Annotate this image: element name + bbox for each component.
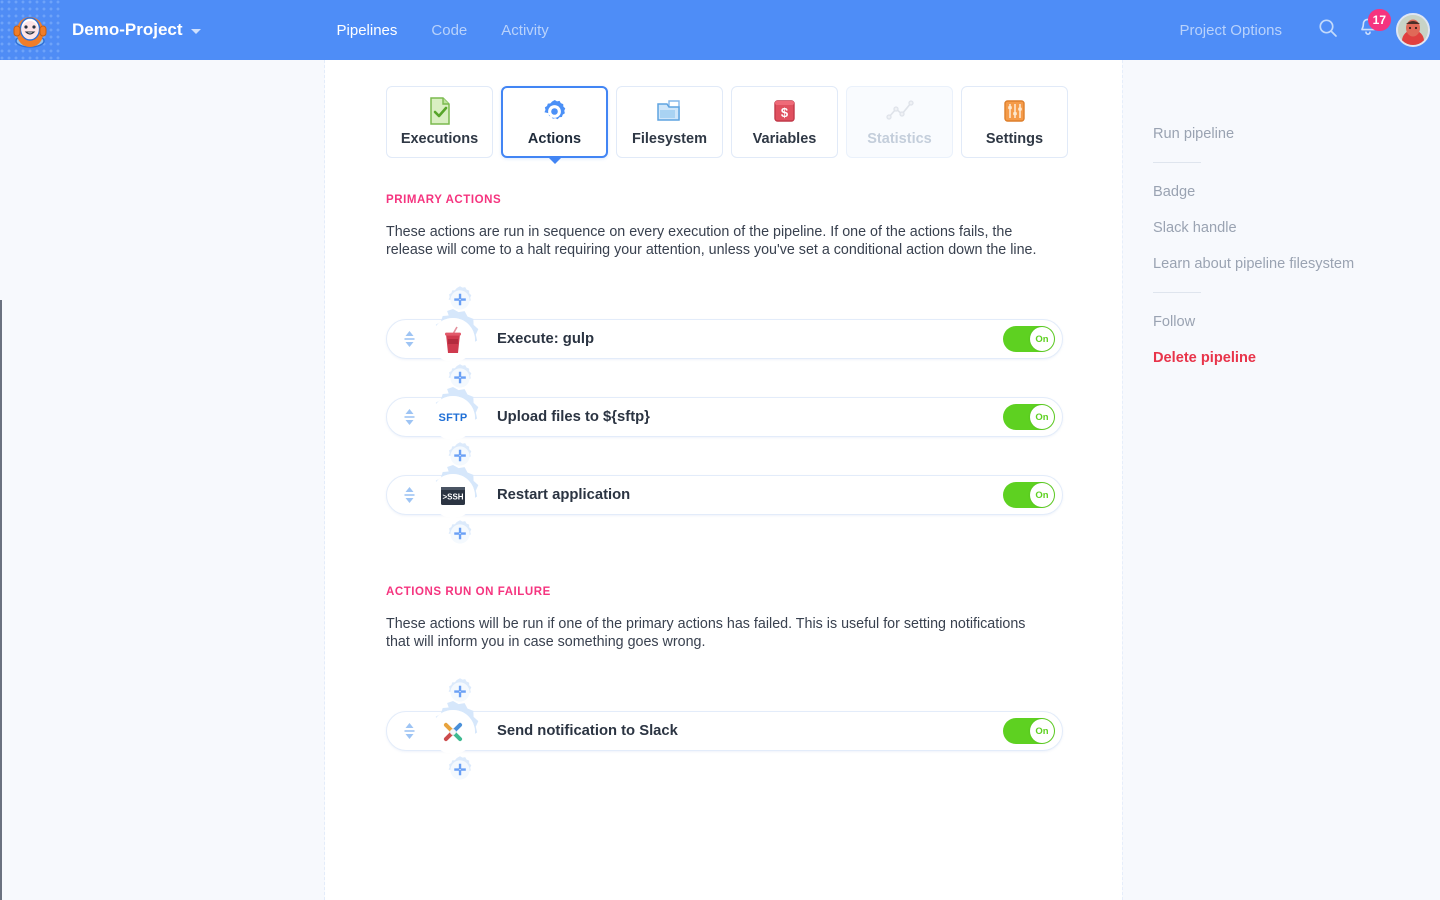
rail-divider — [1153, 162, 1201, 163]
section-title-primary-actions: PRIMARY ACTIONS — [386, 194, 502, 206]
action-enabled-toggle[interactable]: On — [1003, 404, 1055, 430]
buddy-mascot-logo-icon — [13, 11, 47, 54]
right-sidebar: Run pipeline Badge Slack handle Learn ab… — [1122, 60, 1440, 900]
slack-icon — [431, 710, 475, 754]
tab-label: Variables — [752, 131, 817, 147]
dollar-box-icon: $ — [772, 97, 797, 125]
svg-text:$: $ — [781, 105, 789, 120]
folder-files-icon — [656, 97, 684, 125]
toggle-state-label: On — [1030, 719, 1054, 743]
project-options-button[interactable]: Project Options — [1179, 22, 1282, 39]
pipeline-tabs: Executions Actions Filesystem $ Variable… — [325, 60, 1122, 158]
app-logo-tile[interactable] — [0, 0, 60, 60]
section-description-actions-on-failure: These actions will be run if one of the … — [386, 616, 1026, 650]
sftp-icon: SFTP — [431, 396, 475, 440]
add-action-gear-icon[interactable]: ✛ — [445, 519, 475, 549]
action-title: Send notification to Slack — [497, 723, 678, 739]
search-icon — [1318, 18, 1338, 43]
project-name-dropdown[interactable]: Demo-Project — [72, 20, 201, 40]
action-enabled-toggle[interactable]: On — [1003, 326, 1055, 352]
tab-label: Statistics — [867, 131, 932, 147]
notifications-button[interactable]: 17 — [1348, 9, 1391, 50]
top-bar-right-cluster: Project Options 17 — [1179, 0, 1440, 60]
action-enabled-toggle[interactable]: On — [1003, 718, 1055, 744]
plus-glyph: ✛ — [453, 525, 467, 543]
delete-pipeline-link[interactable]: Delete pipeline — [1153, 350, 1256, 366]
tab-label: Filesystem — [632, 131, 707, 147]
nav-link-activity[interactable]: Activity — [501, 22, 549, 39]
action-row[interactable]: Send notification to Slack On — [386, 701, 1063, 754]
action-row[interactable]: >SSH Restart application On — [386, 465, 1063, 518]
failure-actions-list: ✛ Send notification to Slack On ✛ — [325, 673, 1122, 789]
nav-link-code[interactable]: Code — [431, 22, 467, 39]
tab-label: Settings — [985, 131, 1044, 147]
gulp-icon — [431, 318, 475, 362]
action-title: Execute: gulp — [497, 331, 595, 347]
sliders-icon — [1002, 97, 1027, 125]
ssh-terminal-icon: >SSH — [431, 474, 475, 518]
tab-label: Actions — [527, 131, 582, 147]
left-gutter — [0, 60, 325, 900]
tab-statistics[interactable]: Statistics — [846, 86, 953, 158]
primary-actions-list: ✛ Execute: gulp On ✛ SFTP Upload files t… — [325, 281, 1122, 553]
plus-glyph: ✛ — [453, 683, 467, 701]
follow-link[interactable]: Follow — [1153, 314, 1195, 330]
tab-label: Executions — [400, 131, 479, 147]
avatar[interactable] — [1396, 13, 1430, 47]
page-body: Executions Actions Filesystem $ Variable… — [0, 60, 1440, 900]
notifications-badge-count: 17 — [1367, 9, 1391, 31]
plus-glyph: ✛ — [453, 761, 467, 779]
project-name-label: Demo-Project — [72, 20, 183, 39]
tab-executions[interactable]: Executions — [386, 86, 493, 158]
action-title: Restart application — [497, 487, 631, 503]
plus-glyph: ✛ — [453, 447, 467, 465]
add-action-slot: ✛ — [325, 515, 1122, 553]
search-button[interactable] — [1308, 10, 1348, 50]
toggle-state-label: On — [1030, 405, 1054, 429]
add-action-slot: ✛ — [325, 751, 1122, 789]
badge-link[interactable]: Badge — [1153, 184, 1195, 200]
nav-link-pipelines[interactable]: Pipelines — [337, 22, 398, 39]
tab-actions[interactable]: Actions — [501, 86, 608, 158]
document-check-icon — [428, 97, 452, 125]
rail-divider — [1153, 292, 1201, 293]
line-chart-icon — [885, 97, 914, 125]
chevron-down-icon — [190, 29, 201, 34]
toggle-state-label: On — [1030, 483, 1054, 507]
main-content-panel: Executions Actions Filesystem $ Variable… — [325, 60, 1122, 900]
toggle-state-label: On — [1030, 327, 1054, 351]
action-row[interactable]: Execute: gulp On — [386, 309, 1063, 362]
learn-pipeline-filesystem-link[interactable]: Learn about pipeline filesystem — [1153, 256, 1354, 272]
svg-text:>SSH: >SSH — [442, 493, 463, 502]
tab-variables[interactable]: $ Variables — [731, 86, 838, 158]
tab-filesystem[interactable]: Filesystem — [616, 86, 723, 158]
add-action-gear-icon[interactable]: ✛ — [445, 755, 475, 785]
action-row[interactable]: SFTP Upload files to ${sftp} On — [386, 387, 1063, 440]
main-nav: Pipelines Code Activity — [337, 22, 549, 39]
plus-glyph: ✛ — [453, 291, 467, 309]
gear-icon — [541, 97, 568, 125]
action-title: Upload files to ${sftp} — [497, 409, 650, 425]
top-navigation-bar: Demo-Project Pipelines Code Activity Pro… — [0, 0, 1440, 60]
action-enabled-toggle[interactable]: On — [1003, 482, 1055, 508]
plus-glyph: ✛ — [453, 369, 467, 387]
section-title-actions-on-failure: ACTIONS RUN ON FAILURE — [386, 586, 551, 598]
tab-settings[interactable]: Settings — [961, 86, 1068, 158]
run-pipeline-link[interactable]: Run pipeline — [1153, 126, 1234, 142]
section-description-primary-actions: These actions are run in sequence on eve… — [386, 224, 1037, 258]
slack-handle-link[interactable]: Slack handle — [1153, 220, 1237, 236]
